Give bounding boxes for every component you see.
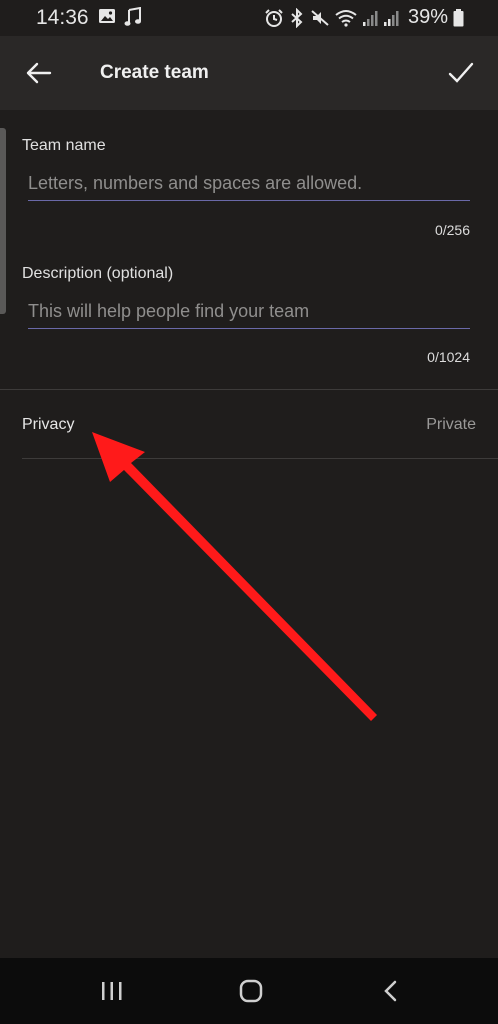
recents-button[interactable] (100, 980, 124, 1002)
mute-icon (311, 9, 329, 26)
team-name-counter: 0/256 (434, 222, 470, 238)
description-input[interactable] (28, 295, 470, 329)
nav-back-button[interactable] (380, 979, 402, 1003)
status-time: 14:36 (36, 6, 89, 29)
music-notification-icon (124, 7, 141, 26)
battery-percentage: 39% (407, 6, 448, 28)
home-button[interactable] (238, 978, 264, 1004)
home-icon (239, 979, 263, 1003)
signal-icon-2 (383, 10, 399, 26)
team-name-label: Team name (22, 137, 106, 154)
confirm-button[interactable] (446, 58, 476, 88)
status-bar: 14:36 39% (0, 0, 498, 36)
system-nav-bar (0, 958, 498, 1024)
description-counter: 0/1024 (427, 349, 470, 365)
recents-icon (102, 982, 122, 1000)
back-button[interactable] (24, 58, 54, 88)
privacy-value: Private (426, 416, 476, 433)
chevron-left-icon (384, 980, 397, 1002)
alarm-icon (265, 8, 283, 27)
status-notification-icons (98, 7, 142, 27)
battery-icon (453, 8, 464, 26)
bluetooth-icon (291, 7, 303, 28)
signal-icon-1 (362, 10, 378, 26)
image-notification-icon (99, 9, 115, 23)
scroll-indicator[interactable] (0, 128, 6, 314)
page-title: Create team (100, 62, 209, 83)
team-name-input[interactable] (28, 167, 470, 201)
app-bar: Create team (0, 36, 498, 110)
privacy-row[interactable]: Privacy Private (0, 391, 498, 458)
arrow-left-icon (26, 62, 52, 84)
privacy-divider (22, 458, 498, 459)
description-label: Description (optional) (22, 265, 174, 282)
check-icon (448, 62, 474, 83)
section-divider (0, 389, 498, 390)
status-system-icons: 39% (264, 6, 464, 29)
privacy-label: Privacy (22, 416, 75, 433)
wifi-icon (335, 9, 357, 27)
